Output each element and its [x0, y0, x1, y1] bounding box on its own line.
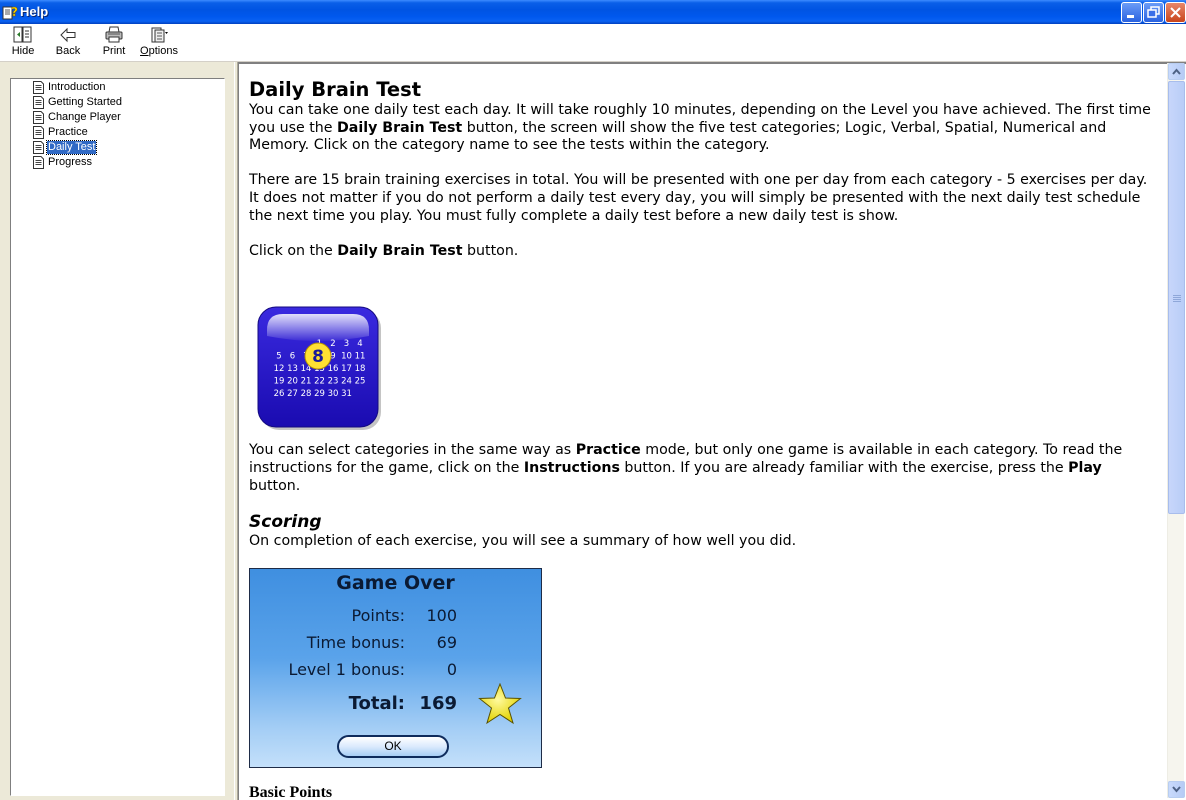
- tree-item-label: Change Player: [48, 111, 121, 123]
- scroll-thumb[interactable]: [1168, 81, 1185, 514]
- paragraph-categories: You can select categories in the same wa…: [249, 442, 1123, 494]
- tree-item-label: Practice: [48, 126, 88, 138]
- calendar-day: 30: [328, 389, 339, 399]
- chevron-up-icon: [1172, 68, 1181, 75]
- score-row-level-bonus: Level 1 bonus: 0: [250, 661, 541, 683]
- print-label: Print: [102, 45, 126, 57]
- calendar-day: 13: [287, 364, 298, 374]
- chevron-down-icon: [1172, 786, 1181, 793]
- paragraph-exercises: There are 15 brain training exercises in…: [249, 172, 1148, 224]
- calendar-day: 17: [341, 364, 352, 374]
- hide-label: Hide: [11, 45, 35, 57]
- title-bar: ? Help: [0, 0, 1186, 24]
- score-value: 0: [446, 660, 457, 679]
- topic-body: Daily Brain Test You can take one daily …: [249, 78, 1154, 800]
- score-value: 69: [436, 633, 457, 652]
- score-row-time-bonus: Time bonus: 69: [250, 634, 541, 656]
- total-value: 169: [419, 693, 457, 714]
- paragraph-click-button: Click on the Daily Brain Test button.: [249, 242, 519, 259]
- game-over-title: Game Over: [336, 572, 455, 594]
- options-button[interactable]: Options: [137, 26, 181, 60]
- help-window: ? Help Hide Back Print Options Introduct…: [0, 0, 1186, 800]
- back-arrow-icon: [60, 27, 76, 43]
- score-value: 100: [426, 606, 457, 625]
- calendar-day: 26: [274, 389, 285, 399]
- calendar-day: 21: [301, 377, 312, 387]
- print-button[interactable]: Print: [92, 26, 136, 60]
- calendar-day: 5: [276, 352, 281, 362]
- close-icon: [1170, 7, 1181, 18]
- back-label: Back: [55, 45, 81, 57]
- calendar-day: 19: [274, 377, 285, 387]
- page-title: Daily Brain Test: [249, 78, 422, 101]
- calendar-day: 3: [344, 339, 349, 349]
- vertical-scrollbar[interactable]: [1167, 63, 1185, 798]
- calendar-day: 6: [290, 352, 295, 362]
- calendar-day: 11: [355, 352, 366, 362]
- document-icon: [33, 96, 44, 109]
- document-icon: [33, 81, 44, 94]
- calendar-day: 29: [314, 389, 325, 399]
- calendar-day: 28: [301, 389, 312, 399]
- options-icon: [151, 27, 168, 43]
- scroll-up-button[interactable]: [1168, 63, 1185, 80]
- back-button[interactable]: Back: [46, 26, 90, 60]
- calendar-day: 25: [355, 377, 366, 387]
- minimize-button[interactable]: [1121, 2, 1142, 23]
- calendar-day: 10: [341, 352, 352, 362]
- score-label: Points:: [351, 606, 405, 625]
- contents-tree[interactable]: Introduction Getting Started Change Play…: [10, 78, 225, 796]
- restore-icon: [1147, 6, 1160, 18]
- document-icon: [33, 126, 44, 139]
- hide-button[interactable]: Hide: [1, 26, 45, 60]
- calendar-day: 22: [314, 377, 325, 387]
- tree-item-label: Progress: [48, 156, 93, 168]
- svg-text:?: ?: [11, 5, 18, 19]
- document-icon: [33, 111, 44, 124]
- scroll-grip-icon: [1173, 294, 1181, 303]
- calendar-day: 16: [328, 364, 339, 374]
- document-icon: [33, 141, 44, 154]
- calendar-day: 31: [341, 389, 352, 399]
- scroll-down-button[interactable]: [1168, 781, 1185, 798]
- paragraph-intro: You can take one daily test each day. It…: [249, 102, 1151, 154]
- paragraph-scoring: On completion of each exercise, you will…: [249, 533, 797, 550]
- navigation-pane: Introduction Getting Started Change Play…: [0, 62, 234, 800]
- score-label: Level 1 bonus:: [288, 660, 405, 679]
- daily-brain-test-calendar-icon: 1234567910111213141516171819202122232425…: [257, 306, 381, 430]
- score-label: Time bonus:: [306, 633, 405, 652]
- ok-button-image: OK: [337, 735, 449, 758]
- calendar-day: 24: [341, 377, 352, 387]
- restore-button[interactable]: [1143, 2, 1164, 23]
- star-icon: [478, 683, 522, 725]
- tree-item-label: Getting Started: [48, 96, 122, 108]
- calendar-day: 2: [330, 339, 335, 349]
- window-title: Help: [20, 4, 49, 19]
- help-book-icon: ?: [2, 5, 18, 20]
- printer-icon: [105, 26, 123, 43]
- calendar-day: 12: [274, 364, 285, 374]
- score-row-points: Points: 100: [250, 607, 541, 629]
- minimize-icon: [1127, 15, 1134, 18]
- toolbar: Hide Back Print Options: [0, 24, 1186, 62]
- calendar-day: 27: [287, 389, 298, 399]
- game-over-screenshot: Game Over Points: 100 Time bonus: 69 Lev…: [249, 568, 542, 768]
- tree-item-label: Introduction: [48, 81, 106, 93]
- scoring-heading: Scoring: [249, 512, 322, 533]
- document-icon: [33, 156, 44, 169]
- calendar-day: 4: [357, 339, 362, 349]
- topic-content: Daily Brain Test You can take one daily …: [238, 62, 1186, 800]
- calendar-highlight-day: 8: [312, 347, 324, 367]
- hide-pane-icon: [13, 26, 32, 43]
- tree-item-label: Daily Test: [45, 140, 98, 155]
- basic-points-heading: Basic Points: [249, 784, 333, 800]
- options-label: Options: [140, 45, 178, 57]
- calendar-day: 23: [328, 377, 339, 387]
- total-label: Total:: [348, 693, 405, 714]
- calendar-day: 18: [355, 364, 366, 374]
- close-button[interactable]: [1165, 2, 1186, 23]
- calendar-day: 20: [287, 377, 298, 387]
